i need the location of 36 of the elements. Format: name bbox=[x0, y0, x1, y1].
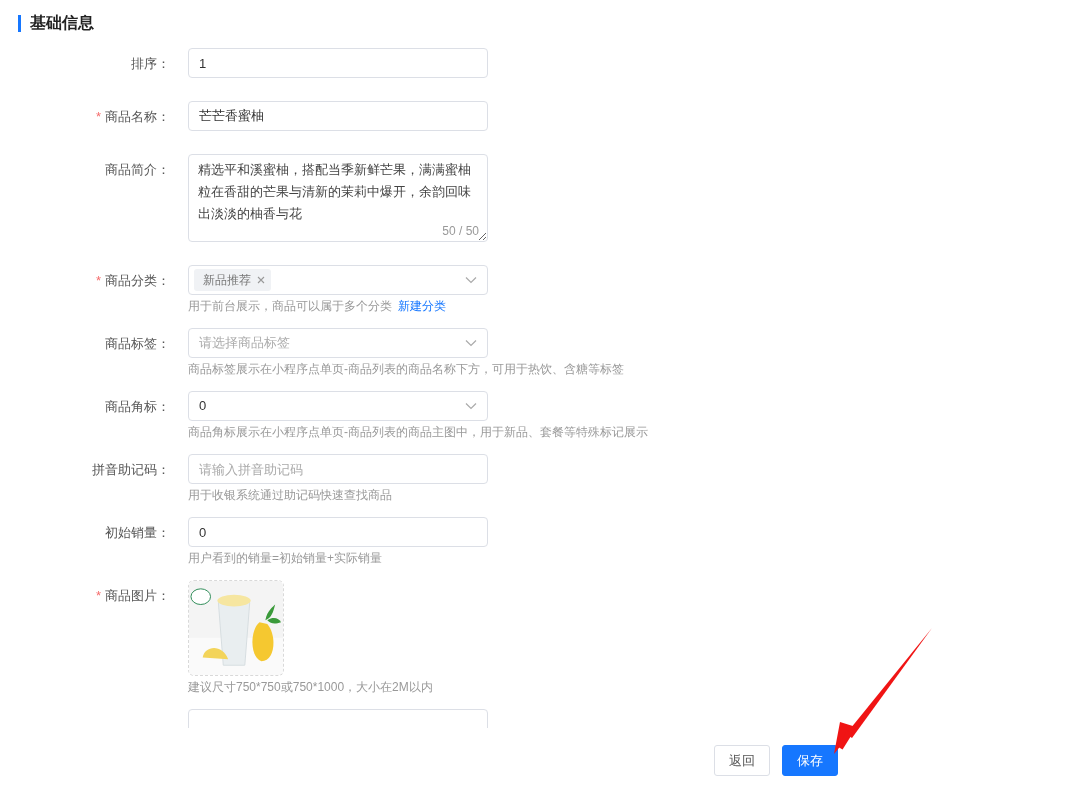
required-asterisk: * bbox=[95, 273, 101, 288]
close-icon[interactable] bbox=[257, 276, 265, 284]
select-field[interactable]: 0 bbox=[188, 391, 488, 421]
field-label: 初始销量： bbox=[105, 525, 170, 540]
input-field[interactable]: 芒芒香蜜柚 bbox=[188, 101, 488, 131]
hint-text: 用于收银系统通过助记码快速查找商品 bbox=[188, 488, 392, 502]
drink-photo[interactable] bbox=[188, 580, 284, 676]
back-button[interactable]: 返回 bbox=[714, 745, 770, 776]
field-label: 商品标签： bbox=[105, 336, 170, 351]
field-label: 排序： bbox=[131, 56, 170, 71]
input-field[interactable]: 1 bbox=[188, 48, 488, 78]
save-button[interactable]: 保存 bbox=[782, 745, 838, 776]
hint-text: 商品标签展示在小程序点单页-商品列表的商品名称下方，可用于热饮、含糖等标签 bbox=[188, 362, 624, 376]
section-title: 基础信息 bbox=[30, 13, 94, 33]
field-label: 商品图片： bbox=[105, 588, 170, 603]
field-label: 商品简介： bbox=[105, 162, 170, 177]
chevron-down-icon bbox=[465, 402, 477, 410]
hint-text: 用于前台展示，商品可以属于多个分类 bbox=[188, 299, 392, 313]
char-counter: 50 / 50 bbox=[442, 224, 479, 238]
hint-text: 商品角标展示在小程序点单页-商品列表的商品主图中，用于新品、套餐等特殊标记展示 bbox=[188, 425, 648, 439]
field-label: 拼音助记码： bbox=[92, 462, 170, 477]
hint-text: 用户看到的销量=初始销量+实际销量 bbox=[188, 551, 382, 565]
hint-text: 建议尺寸750*750或750*1000，大小在2M以内 bbox=[188, 680, 433, 694]
new-category-link[interactable]: 新建分类 bbox=[398, 299, 446, 313]
field-label: 商品分类： bbox=[105, 273, 170, 288]
input-field[interactable]: 请输入拼音助记码 bbox=[188, 454, 488, 484]
chevron-down-icon bbox=[465, 339, 477, 347]
chevron-down-icon bbox=[465, 276, 477, 284]
category-select[interactable]: 新品推荐 bbox=[188, 265, 488, 295]
section-marker bbox=[18, 14, 21, 32]
required-asterisk: * bbox=[95, 109, 101, 124]
field-label: 商品名称： bbox=[105, 109, 170, 124]
field-label: 商品角标： bbox=[105, 399, 170, 414]
required-asterisk: * bbox=[95, 588, 101, 603]
tag-label: 新品推荐 bbox=[203, 272, 251, 289]
input-field[interactable]: 0 bbox=[188, 517, 488, 547]
